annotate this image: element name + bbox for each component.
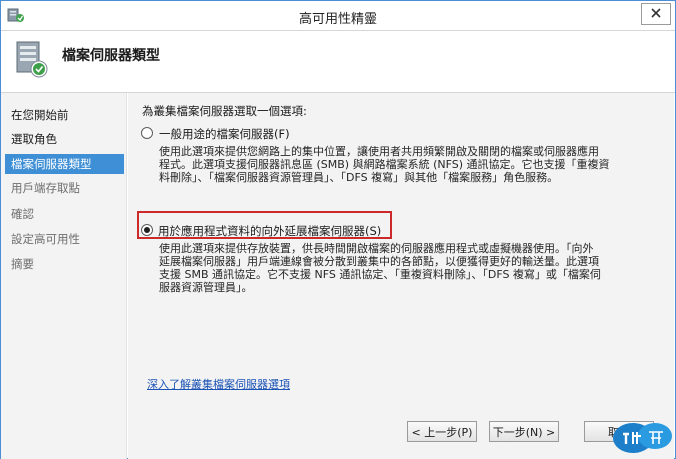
- description-line: 支援 SMB 通訊協定。它不支援 NFS 通訊協定、「重複資料刪除」、「DFS …: [159, 268, 601, 281]
- option-prompt: 為叢集檔案伺服器選取一個選項:: [142, 104, 307, 118]
- wizard-header: 檔案伺服器類型: [1, 32, 675, 93]
- sidebar-item-client-access-point: 用戶端存取點: [11, 181, 80, 195]
- sidebar-item-configure-high-availability: 設定高可用性: [11, 232, 80, 246]
- sidebar-item-confirmation: 確認: [11, 207, 34, 221]
- description-line: 延展檔案伺服器」用戶端連線會被分散到叢集中的各節點，以便獲得更好的輸送量。此選項: [159, 255, 599, 268]
- scale-out-label[interactable]: 用於應用程式資料的向外延展檔案伺服器(S): [158, 223, 381, 239]
- scale-out-description: 使用此選項來提供存放裝置，供長時間開啟檔案的伺服器應用程式或虛擬機器使用。「向外…: [159, 242, 664, 294]
- radio-selected-dot: [144, 227, 150, 233]
- general-purpose-label[interactable]: 一般用途的檔案伺服器(F): [159, 126, 290, 142]
- general-purpose-radio[interactable]: [141, 127, 153, 139]
- file-server-icon: [15, 40, 49, 80]
- learn-more-link[interactable]: 深入了解叢集檔案伺服器選項: [147, 376, 290, 392]
- description-line: 程式。此選項支援伺服器訊息區 (SMB) 與網路檔案系統 (NFS) 通訊協定。…: [159, 158, 610, 171]
- page-title: 檔案伺服器類型: [62, 48, 160, 64]
- description-line: 服器資源管理員」。: [159, 281, 253, 294]
- description-line: 使用此選項來提供您網路上的集中位置，讓使用者共用頻繁開啟及關閉的檔案或伺服器應用: [159, 145, 599, 158]
- main-content: 為叢集檔案伺服器選取一個選項: 一般用途的檔案伺服器(F) 使用此選項來提供您網…: [128, 93, 674, 459]
- previous-button[interactable]: < 上一步(P): [407, 421, 477, 442]
- next-button[interactable]: 下一步(N) >: [489, 421, 559, 442]
- wizard-button-bar: < 上一步(P) 下一步(N) > 取消: [128, 411, 674, 459]
- general-purpose-description: 使用此選項來提供您網路上的集中位置，讓使用者共用頻繁開啟及關閉的檔案或伺服器應用…: [159, 145, 664, 184]
- ithome-watermark-logo: [611, 416, 673, 456]
- sidebar-item-summary: 摘要: [11, 257, 34, 271]
- sidebar-item-file-server-type[interactable]: 檔案伺服器類型: [5, 154, 124, 174]
- description-line: 料刪除」、「檔案伺服器資源管理員」、「DFS 複寫」與其他「檔案服務」角色服務。: [159, 171, 559, 184]
- close-icon: [651, 7, 661, 21]
- close-button[interactable]: [641, 3, 671, 25]
- sidebar-item-select-role[interactable]: 選取角色: [5, 129, 124, 149]
- wizard-steps-sidebar: 在您開始前 選取角色 檔案伺服器類型 用戶端存取點 確認 設定高可用性 摘要: [1, 93, 127, 459]
- sidebar-item-before-you-begin[interactable]: 在您開始前: [5, 105, 124, 125]
- wizard-window: 高可用性精靈 檔案伺服器類型 在您開始前 選取角色 檔案伺服器類型 用戶端存取點…: [0, 0, 676, 459]
- window-title: 高可用性精靈: [298, 12, 377, 27]
- description-line: 使用此選項來提供存放裝置，供長時間開啟檔案的伺服器應用程式或虛擬機器使用。「向外: [159, 242, 594, 255]
- title-bar: 高可用性精靈: [1, 1, 675, 31]
- scale-out-radio[interactable]: [141, 224, 153, 236]
